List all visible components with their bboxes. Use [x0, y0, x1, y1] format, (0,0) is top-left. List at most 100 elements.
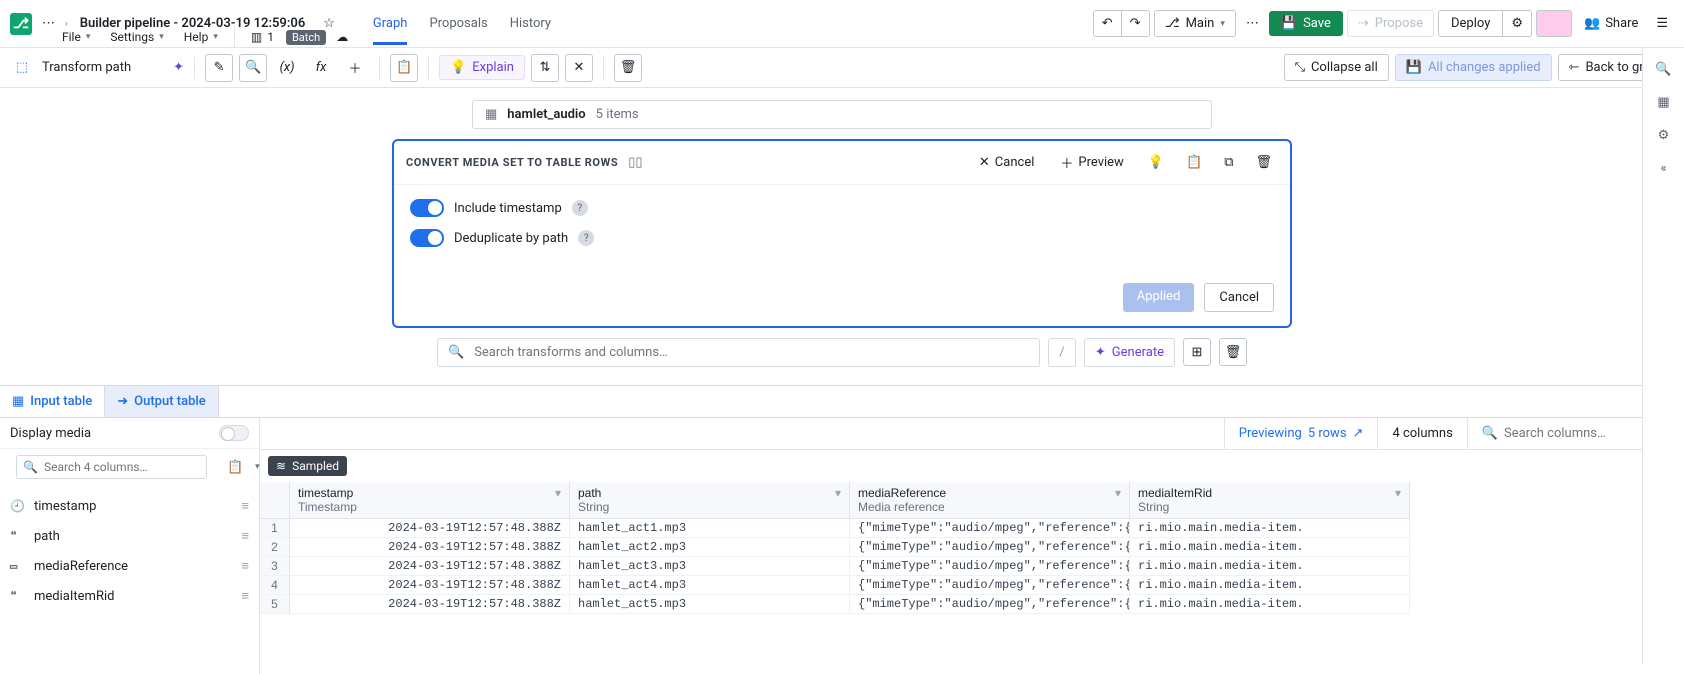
col-menu-icon[interactable]: ▾: [835, 486, 841, 500]
rail-calendar-icon[interactable]: ▦: [1657, 95, 1669, 110]
dataset-node[interactable]: ▦ hamlet_audio 5 items: [472, 100, 1212, 129]
menu-settings[interactable]: Settings▾: [102, 26, 171, 48]
cloud-icon[interactable]: ☁: [330, 26, 354, 48]
cell[interactable]: ri.mio.main.media-item.: [1130, 519, 1410, 538]
plus-icon[interactable]: ＋: [341, 54, 369, 82]
list-icon[interactable]: ☰: [1650, 12, 1674, 35]
sparkle-icon[interactable]: ✦: [173, 60, 184, 75]
cell[interactable]: hamlet_act2.mp3: [570, 538, 850, 557]
display-media-toggle[interactable]: [219, 425, 249, 441]
avatar[interactable]: [1536, 10, 1572, 37]
save-button[interactable]: 💾 Save: [1269, 11, 1343, 36]
deploy-button[interactable]: Deploy: [1439, 11, 1502, 36]
include-timestamp-toggle[interactable]: [410, 199, 444, 217]
menu-file[interactable]: File▾: [54, 26, 98, 48]
expand-icon[interactable]: ⇅: [531, 54, 559, 82]
clipboard-icon[interactable]: 📋: [390, 54, 418, 82]
cell[interactable]: ri.mio.main.media-item.: [1130, 538, 1410, 557]
cell[interactable]: {"mimeType":"audio/mpeg","reference":{"t…: [850, 519, 1130, 538]
fx-icon[interactable]: fx: [307, 54, 335, 82]
cell[interactable]: 2024-03-19T12:57:48.388Z: [290, 595, 570, 614]
columns-search-input[interactable]: [44, 460, 200, 474]
cell[interactable]: hamlet_act4.mp3: [570, 576, 850, 595]
cell[interactable]: ri.mio.main.media-item.: [1130, 595, 1410, 614]
columns-icon[interactable]: ▯▯: [628, 155, 642, 170]
cell[interactable]: 2024-03-19T12:57:48.388Z: [290, 519, 570, 538]
col-menu-icon[interactable]: ▾: [555, 486, 561, 500]
cell[interactable]: hamlet_act1.mp3: [570, 519, 850, 538]
cell[interactable]: {"mimeType":"audio/mpeg","reference":{"t…: [850, 595, 1130, 614]
help-icon[interactable]: ?: [572, 200, 588, 216]
branch-picker[interactable]: ⎇ Main ▾: [1154, 10, 1236, 37]
open-icon[interactable]: ↗: [1353, 426, 1364, 441]
col-menu-icon[interactable]: ▾: [1115, 486, 1121, 500]
cell[interactable]: hamlet_act5.mp3: [570, 595, 850, 614]
column-item[interactable]: ❝path≡: [0, 521, 259, 551]
duplicate-icon[interactable]: ⧉: [1218, 151, 1239, 174]
bottom-panel: ▦ Input table ➜ Output table ⌄ Display m…: [0, 385, 1684, 674]
copy-icon[interactable]: 📋: [1180, 151, 1208, 174]
output-table-tab[interactable]: ➜ Output table: [105, 386, 218, 417]
tab-proposals[interactable]: Proposals: [429, 2, 487, 45]
deploy-settings-icon[interactable]: ⚙: [1502, 11, 1531, 36]
card-preview-button[interactable]: ＋Preview: [1052, 149, 1131, 176]
tab-history[interactable]: History: [510, 2, 551, 45]
cell[interactable]: {"mimeType":"audio/mpeg","reference":{"t…: [850, 538, 1130, 557]
more-actions-icon[interactable]: ⋯: [1240, 12, 1265, 35]
save-label: Save: [1303, 16, 1331, 31]
col-menu-icon[interactable]: ▾: [1395, 486, 1401, 500]
bulb-icon[interactable]: 💡: [1142, 151, 1170, 174]
column-item[interactable]: 🕘timestamp≡: [0, 491, 259, 521]
delete-icon[interactable]: 🗑: [1249, 151, 1278, 174]
cell[interactable]: ri.mio.main.media-item.: [1130, 557, 1410, 576]
undo-button[interactable]: ↶: [1094, 11, 1121, 36]
rail-collapse-icon[interactable]: «: [1660, 161, 1666, 176]
transform-path-icon[interactable]: ⬚: [8, 54, 36, 82]
explain-button[interactable]: 💡 Explain: [439, 55, 525, 80]
generate-button[interactable]: ✦ Generate: [1084, 338, 1175, 367]
data-grid[interactable]: timestamp▾Timestamppath▾StringmediaRefer…: [260, 482, 1684, 614]
cell[interactable]: ri.mio.main.media-item.: [1130, 576, 1410, 595]
rail-search-icon[interactable]: 🔍: [1655, 62, 1671, 77]
sort-icon[interactable]: ≡: [241, 498, 249, 514]
edit-icon[interactable]: ✎: [205, 54, 233, 82]
tab-graph[interactable]: Graph: [373, 2, 408, 45]
cell[interactable]: 2024-03-19T12:57:48.388Z: [290, 576, 570, 595]
chevron-down-icon[interactable]: ▾: [255, 462, 260, 472]
search-input[interactable]: [474, 345, 1029, 360]
rows-count[interactable]: 5 rows: [1308, 426, 1347, 441]
column-item[interactable]: ❝mediaItemRid≡: [0, 581, 259, 611]
trash-icon[interactable]: 🗑: [1219, 338, 1247, 366]
cell[interactable]: 2024-03-19T12:57:48.388Z: [290, 557, 570, 576]
app-logo[interactable]: ⎇: [10, 13, 32, 35]
type-icon: 🕘: [10, 499, 26, 514]
sort-icon[interactable]: ≡: [241, 558, 249, 574]
collapse-all-button[interactable]: ⤡ Collapse all: [1284, 54, 1389, 81]
share-button[interactable]: 👥 Share: [1576, 12, 1646, 35]
cell[interactable]: 2024-03-19T12:57:48.388Z: [290, 538, 570, 557]
card-cancel-button[interactable]: ✕Cancel: [971, 151, 1042, 174]
zoom-icon[interactable]: 🔍: [239, 54, 267, 82]
fx-italic-icon[interactable]: (x): [273, 54, 301, 82]
input-table-tab[interactable]: ▦ Input table: [0, 386, 105, 417]
column-item[interactable]: ▭mediaReference≡: [0, 551, 259, 581]
cell[interactable]: {"mimeType":"audio/mpeg","reference":{"t…: [850, 576, 1130, 595]
sort-icon[interactable]: ≡: [241, 588, 249, 604]
panes-indicator[interactable]: ▥1: [243, 26, 282, 48]
new-panel-icon[interactable]: ⊞: [1183, 338, 1211, 366]
close-icon[interactable]: ✕: [565, 54, 593, 82]
rail-sliders-icon[interactable]: ⚙: [1658, 128, 1670, 143]
cell[interactable]: {"mimeType":"audio/mpeg","reference":{"t…: [850, 557, 1130, 576]
cell[interactable]: hamlet_act3.mp3: [570, 557, 850, 576]
trash-icon[interactable]: 🗑: [614, 54, 642, 82]
clipboard-icon[interactable]: 📋: [221, 456, 249, 479]
menu-help[interactable]: Help▾: [176, 26, 226, 48]
dedup-by-path-toggle[interactable]: [410, 229, 444, 247]
transform-search[interactable]: 🔍: [437, 338, 1040, 367]
help-icon[interactable]: ?: [578, 230, 594, 246]
type-icon: ❝: [10, 529, 26, 544]
sort-icon[interactable]: ≡: [241, 528, 249, 544]
redo-button[interactable]: ↷: [1121, 11, 1149, 36]
cancel-button[interactable]: Cancel: [1204, 283, 1274, 312]
previewing-link[interactable]: Previewing: [1239, 426, 1302, 441]
